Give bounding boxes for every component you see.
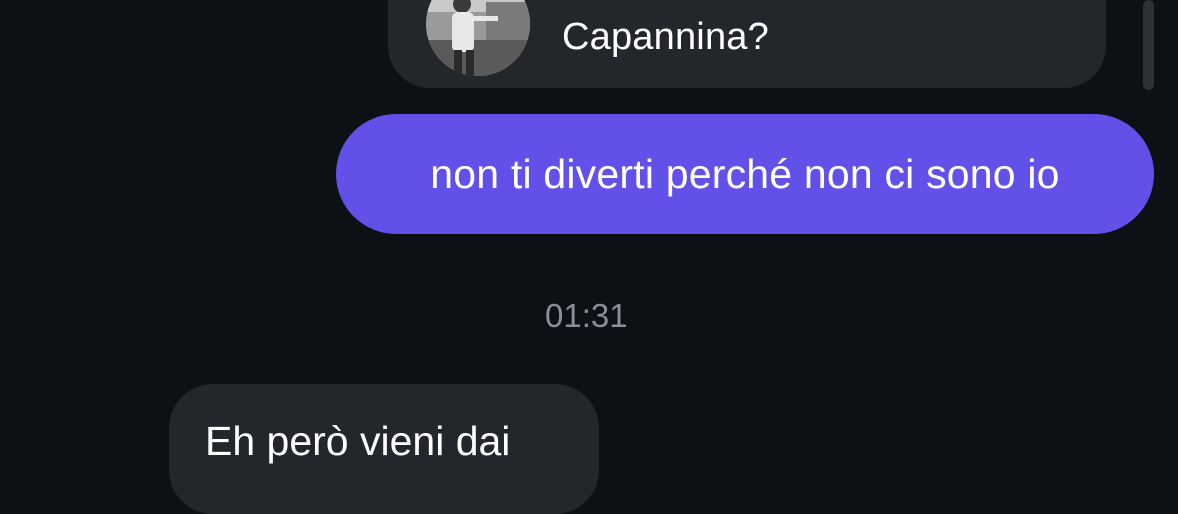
reply-preview-card[interactable]: Capannina?	[388, 0, 1106, 88]
timestamp-text: 01:31	[545, 297, 628, 334]
message-bubble-incoming[interactable]: Eh però vieni dai	[169, 384, 599, 514]
reply-preview-text: Capannina?	[562, 16, 769, 58]
message-text: Eh però vieni dai	[205, 418, 511, 464]
avatar	[426, 0, 530, 76]
scrollbar-thumb[interactable]	[1143, 0, 1154, 90]
profile-photo-icon	[426, 0, 530, 76]
message-bubble-outgoing[interactable]: non ti diverti perché non ci sono io	[336, 114, 1154, 234]
chat-thread: Capannina? non ti diverti perché non ci …	[0, 0, 1178, 514]
message-text: non ti diverti perché non ci sono io	[430, 150, 1060, 197]
